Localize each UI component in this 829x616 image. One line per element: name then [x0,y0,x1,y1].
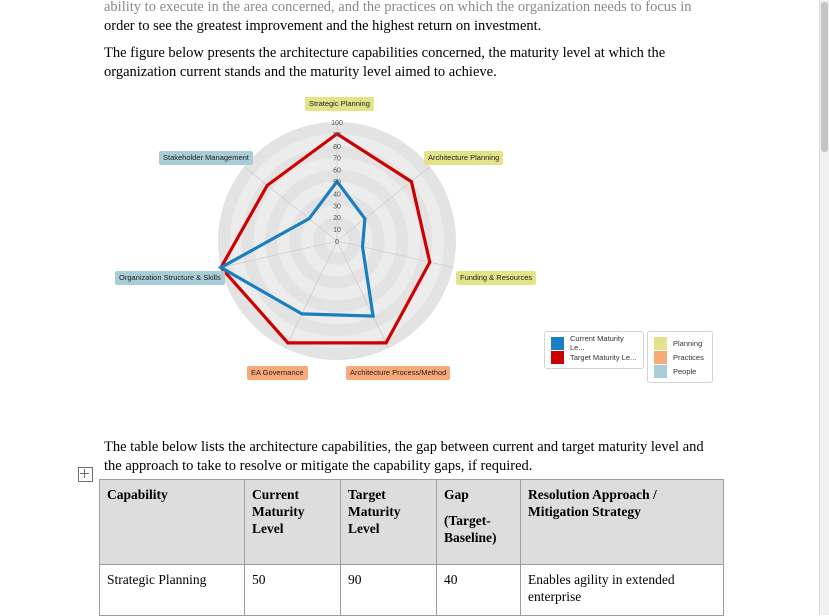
svg-text:30: 30 [333,203,341,210]
svg-text:90: 90 [333,132,341,139]
object-anchor-handle-icon[interactable] [78,467,93,482]
radar-label-funding-resources: Funding & Resources [456,271,537,285]
radar-label-organization-structure-skills: Organization Structure & Skills [115,271,225,285]
radar-label-architecture-process-method: Architecture Process/Method [346,366,451,380]
vertical-scrollbar[interactable] [819,0,829,615]
radar-label-stakeholder-management: Stakeholder Management [159,151,253,165]
cell-capability: Strategic Planning [99,564,245,616]
table-header-capability: Capability [99,479,245,565]
legend-item-planning: Planning [654,336,706,350]
svg-text:100: 100 [331,120,343,127]
radar-label-strategic-planning: Strategic Planning [305,97,374,111]
svg-text:60: 60 [333,168,341,175]
table-header-gap: Gap (Target-Baseline) [436,479,521,565]
paragraph-figure-intro: The figure below presents the architectu… [104,45,666,80]
table-header-gap-main: Gap [444,487,469,502]
legend-label-planning: Planning [673,338,703,348]
svg-text:20: 20 [333,215,341,222]
svg-text:0: 0 [335,239,339,246]
cell-current-maturity: 50 [244,564,341,616]
svg-text:80: 80 [333,144,341,151]
svg-text:40: 40 [333,191,341,198]
legend-label-current: Current Maturity Le... [570,334,624,352]
legend-swatch-practices-icon [654,350,667,364]
cell-resolution: Enables agility in extended enterprise [520,564,724,616]
legend-swatch-target-icon [551,350,564,364]
legend-item-current: Current Maturity Le... [551,334,637,352]
legend-label-practices: Practices [673,352,704,362]
paragraph-table-intro: The table below lists the architecture c… [104,439,704,474]
legend-item-target: Target Maturity Le... [551,350,637,364]
svg-text:50: 50 [333,180,341,187]
svg-text:70: 70 [333,156,341,163]
maturity-radar-chart: 0 10 20 30 40 50 60 70 80 90 100 Strateg… [104,88,724,398]
table-header-current-maturity-level: Current Maturity Level [244,479,341,565]
paragraph-continued-line1: ability to execute in the area concerned… [104,0,692,15]
cell-gap: 40 [436,564,521,616]
table-header-gap-sub: (Target-Baseline) [444,513,497,545]
radar-label-ea-governance: EA Governance [247,366,308,380]
document-page: ability to execute in the area concerned… [0,0,829,616]
cell-target-maturity: 90 [340,564,437,616]
capability-gap-table: Capability Current Maturity Level Target… [99,479,724,616]
legend-label-target: Target Maturity Le... [570,352,637,362]
legend-item-practices: Practices [654,350,706,364]
paragraph-continued-line2: order to see the greatest improvement an… [104,18,542,34]
paragraph-continued: ability to execute in the area concerned… [104,0,714,36]
legend-item-people: People [654,364,706,378]
table-header-resolution-approach: Resolution Approach / Mitigation Strateg… [520,479,724,565]
legend-swatch-planning-icon [654,336,667,350]
scrollbar-thumb[interactable] [821,2,828,152]
legend-swatch-people-icon [654,364,667,378]
legend-swatch-current-icon [551,336,564,350]
table-header-row: Capability Current Maturity Level Target… [99,479,724,565]
table-header-target-maturity-level: Target Maturity Level [340,479,437,565]
table-row: Strategic Planning 50 90 40 Enables agil… [99,564,724,616]
group-legend: Planning Practices People [647,331,713,383]
series-legend: Current Maturity Le... Target Maturity L… [544,331,644,369]
svg-text:10: 10 [333,227,341,234]
radar-label-architecture-planning: Architecture Planning [424,151,504,165]
legend-label-people: People [673,366,697,376]
